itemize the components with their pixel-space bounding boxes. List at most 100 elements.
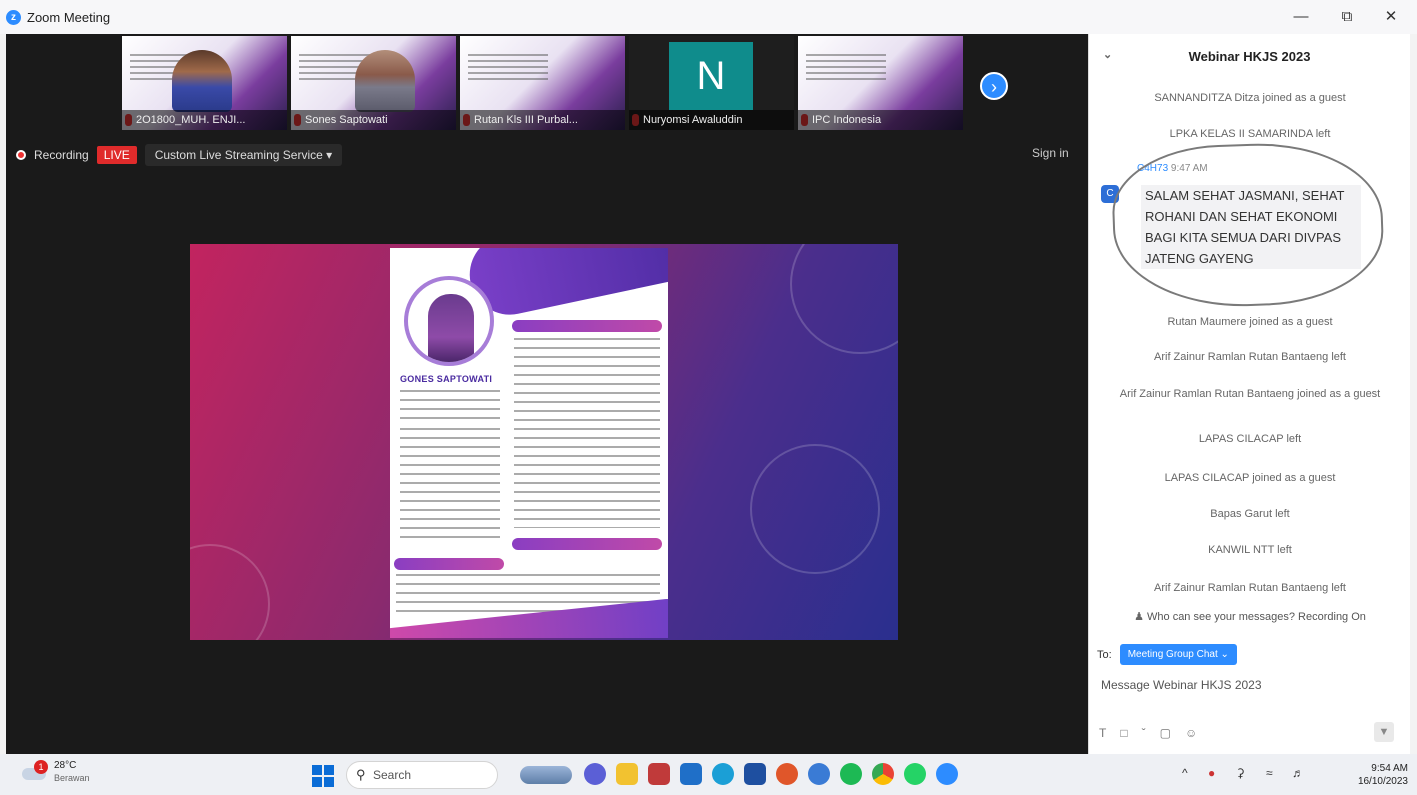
send-button[interactable]: ▼ — [1374, 722, 1394, 742]
decor-ring — [750, 444, 880, 574]
volume-icon[interactable]: ♬ — [1292, 766, 1304, 780]
message-input[interactable]: Message Webinar HKJS 2023 — [1101, 678, 1262, 692]
people-icon: ♟ — [1134, 611, 1144, 623]
participant-tile[interactable]: N Nuryomsi Awaluddin — [629, 36, 794, 130]
chat-title: Webinar HKJS 2023 — [1188, 48, 1311, 64]
chevron-down-icon[interactable]: ˇ — [1142, 726, 1146, 740]
gift-app-icon[interactable] — [648, 763, 670, 785]
tray-app-icon[interactable]: ● — [1208, 766, 1215, 780]
spotify-icon[interactable] — [840, 763, 862, 785]
poster-section-header — [394, 558, 504, 570]
system-message: LPKA KELAS II SAMARINDA left — [1169, 128, 1331, 140]
weather-alert-badge: 1 — [34, 760, 48, 774]
participant-strip: 2O1800_MUH. ENJI... Sones Saptowati Ruta… — [122, 36, 963, 132]
chat-header: ⌄ Webinar HKJS 2023 — [1089, 34, 1410, 78]
shared-screen: GONES SAPTOWATI — [190, 244, 898, 640]
search-icon: ⚲ — [356, 767, 366, 782]
decor-ring — [190, 544, 270, 640]
search-label: Search — [373, 768, 412, 782]
participant-tile[interactable]: Sones Saptowati — [291, 36, 456, 130]
sign-in-link[interactable]: Sign in — [1032, 146, 1069, 160]
slide-text-lines — [468, 54, 548, 84]
system-message: Rutan Maumere joined as a guest — [1167, 316, 1333, 328]
clock-date: 16/10/2023 — [1357, 776, 1408, 787]
participant-name: Sones Saptowati — [291, 110, 456, 130]
participant-initial-avatar: N — [669, 42, 753, 110]
next-participants-button[interactable]: › — [980, 72, 1008, 100]
who-can-see-link[interactable]: ♟ Who can see your messages? Recording O… — [1089, 610, 1411, 623]
recording-label: Recording — [34, 148, 89, 162]
poster-section-header — [512, 320, 662, 332]
chevron-down-icon: ▾ — [326, 148, 333, 162]
mail-icon[interactable] — [680, 763, 702, 785]
weather-cloud-icon: 1 — [22, 760, 48, 782]
window-title: Zoom Meeting — [27, 9, 111, 25]
weather-description: Berawan — [54, 773, 90, 783]
weather-widget[interactable]: 1 28°C Berawan — [22, 760, 90, 784]
recipient-dropdown[interactable]: Meeting Group Chat ⌄ — [1119, 644, 1237, 665]
system-message: Arif Zainur Ramlan Rutan Bantaeng left — [1154, 351, 1346, 363]
system-clock[interactable]: 9:54 AM 16/10/2023 — [1352, 762, 1408, 788]
wifi-icon[interactable]: ≈ — [1266, 766, 1273, 780]
live-stream-label: Custom Live Streaming Service — [154, 148, 323, 162]
system-message: Arif Zainur Ramlan Rutan Bantaeng joined… — [1119, 388, 1381, 400]
chat-app-icon[interactable] — [584, 763, 606, 785]
meeting-stage: 2O1800_MUH. ENJI... Sones Saptowati Ruta… — [6, 34, 1088, 754]
decor-ring — [790, 244, 898, 354]
format-icon[interactable]: T — [1099, 726, 1106, 740]
system-message: Bapas Garut left — [1210, 508, 1290, 520]
speaker-figure — [428, 294, 474, 362]
weather-temperature: 28°C — [54, 760, 77, 771]
participant-video — [355, 50, 415, 112]
zoom-taskbar-icon[interactable] — [936, 763, 958, 785]
chevron-down-icon[interactable]: ⌄ — [1103, 48, 1112, 61]
speaker-name: GONES SAPTOWATI — [400, 374, 493, 384]
firefox-icon[interactable] — [776, 763, 798, 785]
start-button-icon[interactable] — [312, 765, 334, 787]
participant-name: Rutan Kls III Purbal... — [460, 110, 625, 130]
file-icon[interactable]: ▢ — [1160, 726, 1171, 740]
recording-icon — [16, 150, 26, 160]
window-title-bar: z Zoom Meeting — ⧉ ✕ — [0, 0, 1417, 34]
to-label: To: — [1097, 648, 1112, 661]
microphone-icon[interactable]: ⚳ — [1236, 766, 1245, 780]
file-explorer-icon[interactable] — [616, 763, 638, 785]
system-message: LAPAS CILACAP joined as a guest — [1164, 472, 1336, 484]
windows-taskbar: 1 28°C Berawan ⚲ Search ^ ● ⚳ ≈ ♬ 9:54 A… — [0, 754, 1417, 795]
live-badge[interactable]: LIVE — [96, 146, 137, 164]
participant-name: Nuryomsi Awaluddin — [629, 110, 794, 130]
participant-tile[interactable]: Rutan Kls III Purbal... — [460, 36, 625, 130]
slide-text-lines — [806, 54, 886, 84]
chrome-icon[interactable] — [872, 763, 894, 785]
store-icon[interactable] — [744, 763, 766, 785]
poster-text-block — [400, 428, 500, 538]
participant-tile[interactable]: 2O1800_MUH. ENJI... — [122, 36, 287, 130]
edge-browser-icon[interactable] — [712, 763, 734, 785]
restore-button[interactable]: ⧉ — [1324, 0, 1370, 34]
participant-name: 2O1800_MUH. ENJI... — [122, 110, 287, 130]
participant-name: IPC Indonesia — [798, 110, 963, 130]
landscape-widget-icon[interactable] — [520, 766, 572, 784]
system-message: Arif Zainur Ramlan Rutan Bantaeng left — [1154, 582, 1346, 594]
zoom-logo-icon: z — [6, 9, 21, 25]
taskbar-search[interactable]: ⚲ Search — [346, 761, 498, 789]
close-button[interactable]: ✕ — [1368, 0, 1414, 34]
app-icon[interactable] — [808, 763, 830, 785]
who-can-see-text: Who can see your messages? Recording On — [1147, 611, 1366, 623]
chat-toolbar: T □ ˇ ▢ ☺ — [1099, 726, 1197, 740]
weather-text: 28°C Berawan — [54, 760, 90, 784]
screenshot-icon[interactable]: □ — [1120, 726, 1127, 740]
speaker-photo — [404, 276, 494, 366]
poster-section-header — [512, 538, 662, 550]
whatsapp-icon[interactable] — [904, 763, 926, 785]
recipient-row: To: Meeting Group Chat ⌄ — [1097, 644, 1237, 665]
minimize-button[interactable]: — — [1278, 0, 1324, 34]
emoji-icon[interactable]: ☺ — [1185, 726, 1197, 740]
system-message: KANWIL NTT left — [1208, 544, 1292, 556]
participant-tile[interactable]: IPC Indonesia — [798, 36, 963, 130]
participant-video — [172, 50, 232, 112]
poster-text-block — [400, 390, 500, 420]
poster-text-block — [514, 338, 660, 528]
live-stream-dropdown[interactable]: Custom Live Streaming Service ▾ — [144, 144, 343, 166]
tray-overflow-icon[interactable]: ^ — [1182, 766, 1188, 780]
